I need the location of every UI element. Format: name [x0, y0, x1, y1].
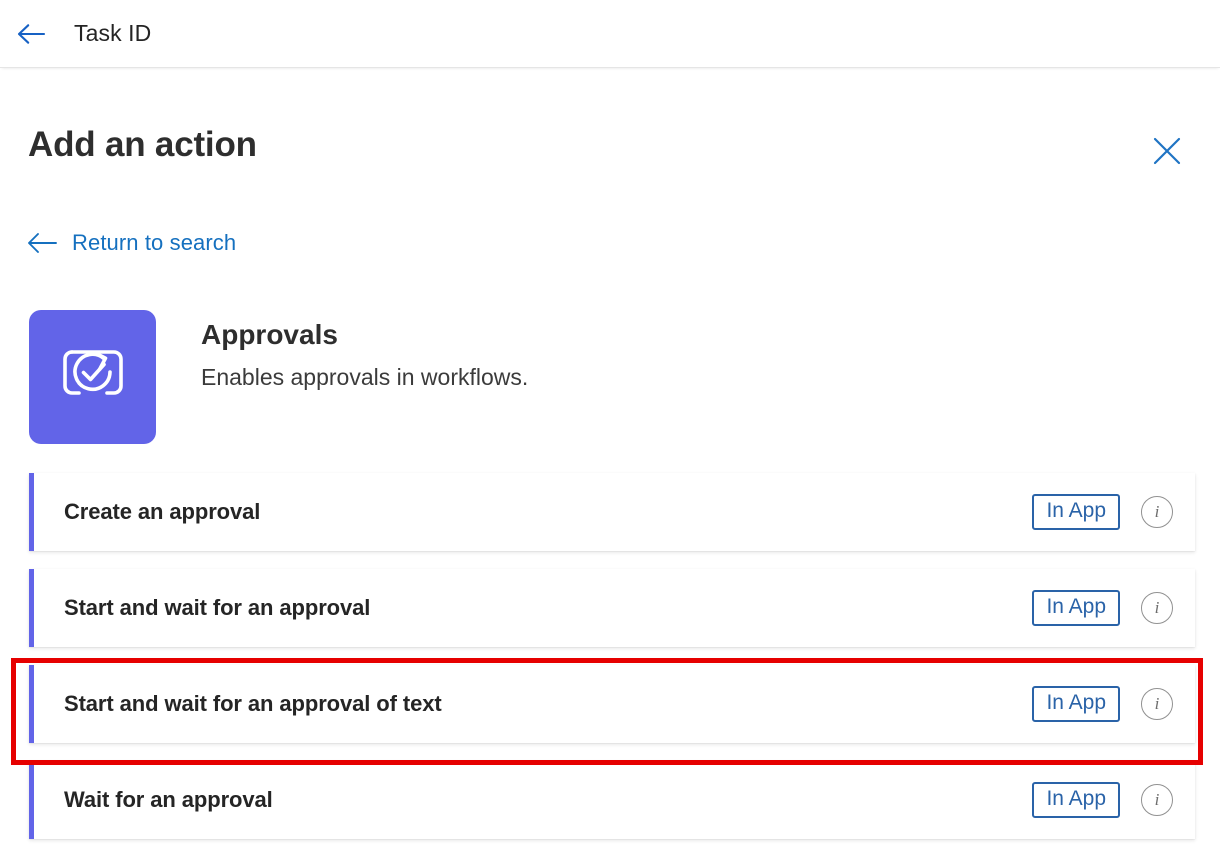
back-button[interactable] [12, 15, 50, 53]
action-label: Create an approval [64, 499, 261, 524]
action-row[interactable]: Create an approval In App i [29, 473, 1195, 551]
info-icon[interactable]: i [1141, 592, 1173, 624]
action-row-meta: In App i [1032, 686, 1173, 722]
info-icon[interactable]: i [1141, 688, 1173, 720]
action-row-body[interactable]: Start and wait for an approval of text I… [34, 665, 1195, 743]
connector-meta: Approvals Enables approvals in workflows… [201, 310, 528, 391]
connector-description: Enables approvals in workflows. [201, 363, 529, 390]
action-list: Create an approval In App i Start and wa… [29, 473, 1195, 857]
arrow-left-icon [28, 233, 57, 253]
return-to-search-link[interactable]: Return to search [27, 230, 236, 256]
info-icon[interactable]: i [1141, 496, 1173, 528]
status-badge: In App [1032, 590, 1120, 626]
status-badge: In App [1032, 494, 1120, 530]
action-row[interactable]: Wait for an approval In App i [29, 761, 1195, 839]
action-row-meta: In App i [1032, 782, 1173, 818]
approvals-glyph-icon [62, 350, 123, 395]
info-icon[interactable]: i [1141, 784, 1173, 816]
action-label: Start and wait for an approval of text [64, 691, 442, 716]
top-bar: Task ID [0, 0, 1220, 68]
connector-header: Approvals Enables approvals in workflows… [29, 310, 528, 444]
arrow-left-icon [17, 23, 46, 44]
top-bar-title: Task ID [74, 20, 152, 46]
action-label: Wait for an approval [64, 787, 273, 812]
action-row-body[interactable]: Start and wait for an approval In App i [34, 569, 1195, 647]
app-root: Task ID Add an action Return to search A… [0, 0, 1220, 865]
close-icon [1153, 137, 1181, 165]
status-badge: In App [1032, 782, 1120, 818]
close-button[interactable] [1146, 130, 1188, 172]
connector-name: Approvals [201, 319, 338, 350]
action-row[interactable]: Start and wait for an approval of text I… [29, 665, 1195, 743]
approvals-connector-icon [29, 310, 156, 444]
page-title: Add an action [28, 125, 257, 164]
action-row[interactable]: Start and wait for an approval In App i [29, 569, 1195, 647]
return-to-search-label: Return to search [72, 230, 237, 255]
status-badge: In App [1032, 686, 1120, 722]
action-label: Start and wait for an approval [64, 595, 371, 620]
action-row-body[interactable]: Wait for an approval In App i [34, 761, 1195, 839]
action-row-meta: In App i [1032, 494, 1173, 530]
action-row-meta: In App i [1032, 590, 1173, 626]
action-row-body[interactable]: Create an approval In App i [34, 473, 1195, 551]
